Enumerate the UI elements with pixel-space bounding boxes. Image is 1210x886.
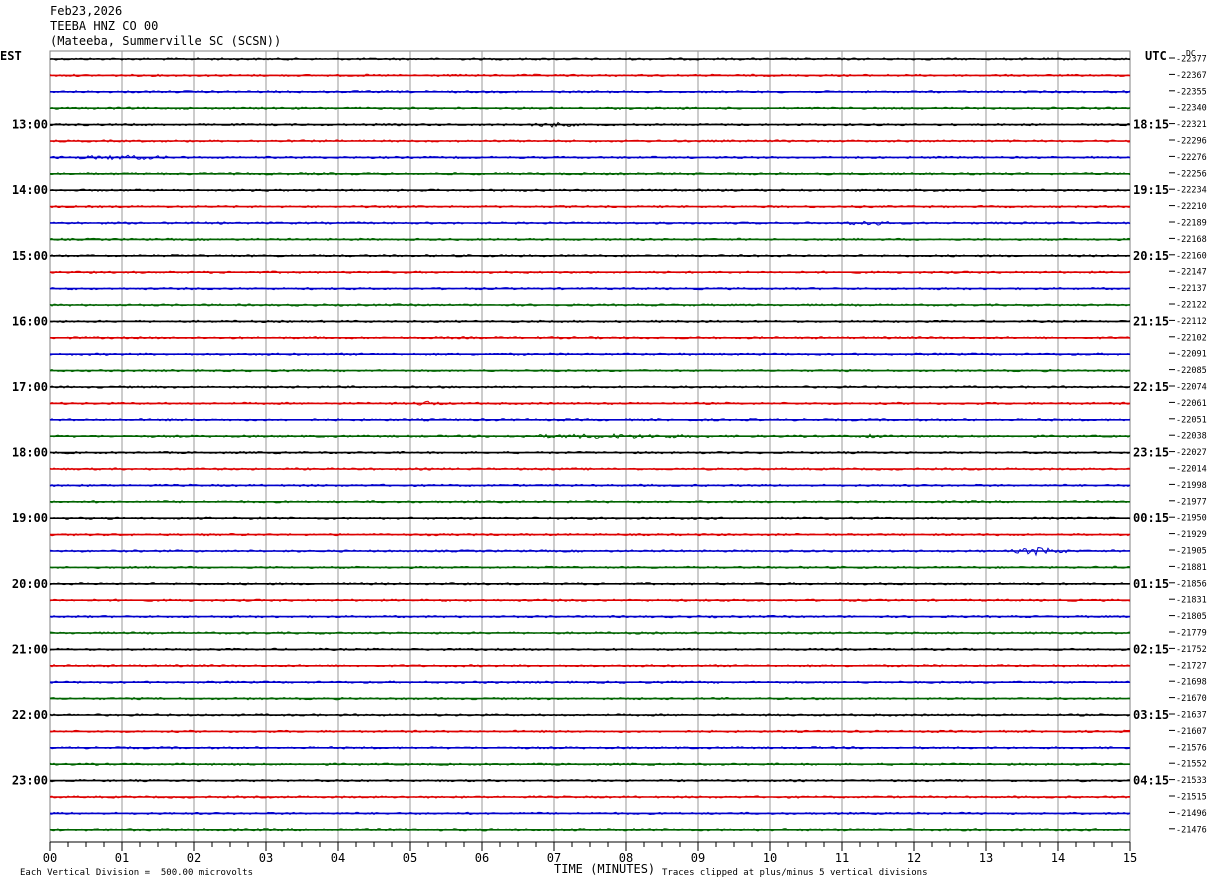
right-hour-label: 20:15	[1133, 249, 1169, 263]
x-tick-label: 01	[115, 851, 129, 865]
dc-offset-label: -21752	[1176, 645, 1207, 655]
x-tick-label: 09	[691, 851, 705, 865]
dc-offset-label: -21515	[1176, 793, 1207, 803]
right-hour-label: 19:15	[1133, 183, 1169, 197]
right-timezone-label: UTC	[1145, 49, 1167, 63]
dc-offset-label: -22367	[1176, 71, 1207, 81]
left-hour-label: 19:00	[12, 511, 48, 525]
dc-offset-label: -21805	[1176, 612, 1207, 622]
x-tick-label: 11	[835, 851, 849, 865]
dc-offset-label: -22168	[1176, 235, 1207, 245]
left-hour-label: 20:00	[12, 577, 48, 591]
dc-offset-label: -22340	[1176, 104, 1207, 114]
right-hour-label: 18:15	[1133, 118, 1169, 132]
left-hour-label: 18:00	[12, 446, 48, 460]
dc-offset-label: -22160	[1176, 251, 1207, 261]
dc-offset-label: -22189	[1176, 219, 1207, 229]
right-hour-label: 23:15	[1133, 446, 1169, 460]
left-hour-label: 16:00	[12, 314, 48, 328]
left-hour-label: 13:00	[12, 118, 48, 132]
dc-offset-label: -22074	[1176, 383, 1207, 393]
dc-header-label: DC	[1186, 49, 1196, 58]
right-hour-label: 01:15	[1133, 577, 1169, 591]
dc-offset-label: -21476	[1176, 825, 1207, 835]
dc-offset-label: -22234	[1176, 186, 1207, 196]
dc-offset-label: -21607	[1176, 727, 1207, 737]
dc-offset-label: -22051	[1176, 415, 1207, 425]
left-hour-label: 17:00	[12, 380, 48, 394]
x-tick-label: 15	[1123, 851, 1137, 865]
right-hour-label: 04:15	[1133, 774, 1169, 788]
left-hour-label: 15:00	[12, 249, 48, 263]
right-hour-label: 03:15	[1133, 708, 1169, 722]
dc-offset-label: -22137	[1176, 284, 1207, 294]
x-tick-label: 02	[187, 851, 201, 865]
right-hour-label: 02:15	[1133, 642, 1169, 656]
x-tick-label: 13	[979, 851, 993, 865]
left-timezone-label: EST	[0, 49, 22, 63]
dc-offset-label: -22276	[1176, 153, 1207, 163]
dc-offset-label: -22038	[1176, 432, 1207, 442]
left-hour-label: 14:00	[12, 183, 48, 197]
dc-offset-label: -22256	[1176, 169, 1207, 179]
dc-offset-label: -22296	[1176, 137, 1207, 147]
plot-frame	[49, 50, 1131, 843]
dc-offset-label: -22014	[1176, 465, 1207, 475]
dc-offset-label: -21881	[1176, 563, 1207, 573]
dc-offset-label: -21977	[1176, 497, 1207, 507]
dc-offset-label: -22210	[1176, 202, 1207, 212]
x-tick-label: 05	[403, 851, 417, 865]
right-hour-label: 22:15	[1133, 380, 1169, 394]
x-axis-title: TIME (MINUTES)	[554, 862, 656, 876]
dc-offset-label: -22355	[1176, 87, 1207, 97]
dc-offset-label: -22027	[1176, 448, 1207, 458]
left-hour-label: 22:00	[12, 708, 48, 722]
dc-offset-label: -22091	[1176, 350, 1207, 360]
dc-offset-label: -22147	[1176, 268, 1207, 278]
left-hour-label: 21:00	[12, 642, 48, 656]
x-tick-label: 03	[259, 851, 273, 865]
x-tick-label: 00	[43, 851, 57, 865]
dc-offset-label: -21533	[1176, 776, 1207, 786]
dc-offset-label: -21576	[1176, 743, 1207, 753]
scale-note: Each Vertical Division = 500.00 microvol…	[20, 868, 253, 878]
dc-offset-label: -21905	[1176, 547, 1207, 557]
right-hour-label: 00:15	[1133, 511, 1169, 525]
right-hour-label: 21:15	[1133, 314, 1169, 328]
dc-offset-label: -21637	[1176, 711, 1207, 721]
dc-offset-label: -21779	[1176, 629, 1207, 639]
dc-offset-label: -21929	[1176, 530, 1207, 540]
x-tick-label: 12	[907, 851, 921, 865]
dc-offset-label: -21998	[1176, 481, 1207, 491]
dc-offset-label: -22122	[1176, 301, 1207, 311]
x-tick-label: 14	[1051, 851, 1065, 865]
x-tick-label: 10	[763, 851, 777, 865]
dc-offset-label: -21950	[1176, 514, 1207, 524]
dc-offset-label: -21670	[1176, 694, 1207, 704]
clip-note: Traces clipped at plus/minus 5 vertical …	[662, 868, 928, 878]
dc-offset-label: -21496	[1176, 809, 1207, 819]
dc-offset-label: -22321	[1176, 120, 1207, 130]
dc-offset-label: -21831	[1176, 596, 1207, 606]
dc-offset-label: -21856	[1176, 579, 1207, 589]
dc-offset-label: -22102	[1176, 333, 1207, 343]
x-tick-label: 06	[475, 851, 489, 865]
dc-offset-label: -22061	[1176, 399, 1207, 409]
left-hour-label: 23:00	[12, 774, 48, 788]
dc-offset-label: -22085	[1176, 366, 1207, 376]
dc-offset-label: -21552	[1176, 760, 1207, 770]
x-tick-label: 04	[331, 851, 345, 865]
helicorder-chart: 00 01 02 03 04 05 06 07 08 09 10 11 12 13 14 15-22377-2…	[0, 49, 1207, 865]
dc-offset-label: -21727	[1176, 661, 1207, 671]
dc-offset-label: -22112	[1176, 317, 1207, 327]
dc-offset-label: -21698	[1176, 678, 1207, 688]
